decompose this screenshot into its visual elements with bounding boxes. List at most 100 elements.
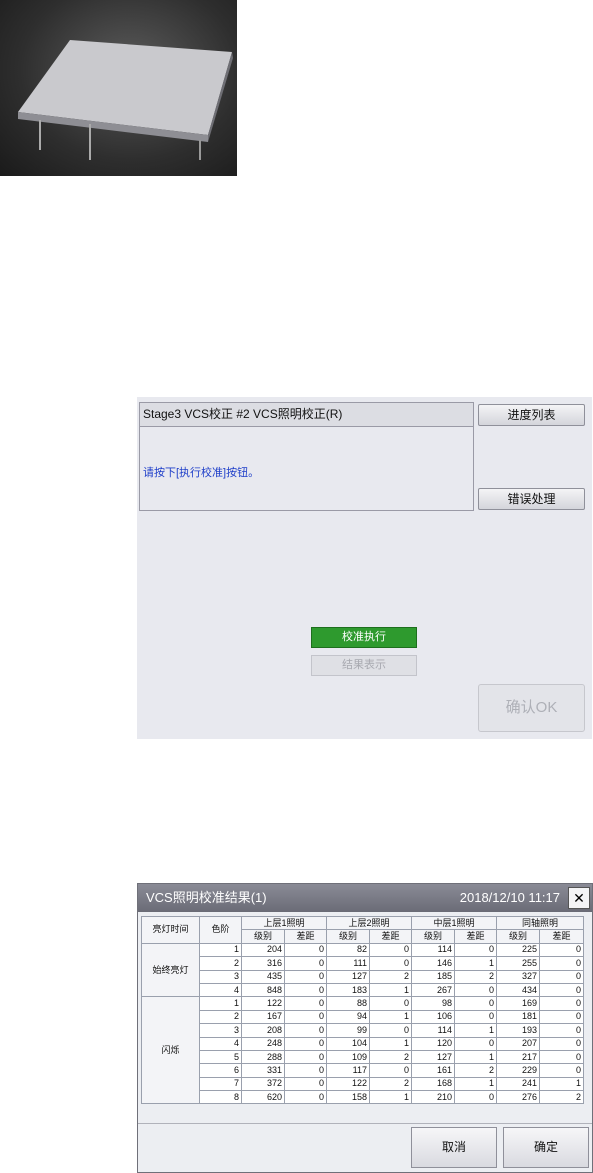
step-cell: 2 [199, 956, 242, 971]
table-row: 2 167 0 94 1 106 0 181 0 [142, 1009, 585, 1025]
level-cell: 167 [241, 1009, 285, 1025]
step-cell: 6 [199, 1063, 242, 1078]
level-cell: 82 [326, 942, 371, 958]
diff-cell: 2 [369, 969, 413, 984]
level-cell: 94 [326, 1009, 371, 1025]
diff-cell: 0 [283, 982, 328, 998]
level-cell: 88 [326, 996, 371, 1011]
level-cell: 98 [411, 996, 456, 1011]
progress-list-button[interactable]: 进度列表 [478, 404, 585, 426]
table-row: 3 435 0 127 2 185 2 327 0 [142, 969, 585, 984]
level-cell: 241 [496, 1076, 541, 1092]
table-row: 5 288 0 109 2 127 1 217 0 [142, 1049, 585, 1065]
level-cell: 331 [241, 1063, 285, 1078]
dialog-titlebar: VCS照明校准结果(1) 2018/12/10 11:17 ✕ [138, 884, 592, 912]
diff-cell: 2 [369, 1076, 413, 1092]
diff-cell: 0 [369, 996, 413, 1011]
level-cell: 848 [241, 982, 285, 998]
level-cell: 122 [326, 1076, 371, 1092]
diff-cell: 0 [539, 1009, 585, 1025]
message-box: 请按下[执行校准]按钮。 [139, 427, 474, 511]
level-cell: 434 [496, 982, 541, 998]
header-diff: 差距 [539, 929, 585, 944]
level-cell: 210 [411, 1090, 456, 1105]
step-cell: 5 [199, 1049, 242, 1065]
diff-cell: 0 [369, 1063, 413, 1078]
level-cell: 225 [496, 942, 541, 958]
diff-cell: 0 [283, 942, 328, 958]
level-cell: 276 [496, 1090, 541, 1105]
diff-cell: 2 [539, 1090, 585, 1105]
diff-cell: 0 [454, 982, 498, 998]
level-cell: 106 [411, 1009, 456, 1025]
header-group: 上层1照明 [240, 915, 328, 931]
level-cell: 168 [411, 1076, 456, 1092]
cancel-button[interactable]: 取消 [411, 1127, 497, 1168]
diff-cell: 0 [454, 1036, 498, 1051]
diff-cell: 0 [283, 996, 328, 1011]
level-cell: 183 [326, 982, 371, 998]
header-level: 级别 [496, 929, 541, 944]
diff-cell: 0 [539, 1049, 585, 1065]
diff-cell: 0 [369, 956, 413, 971]
level-cell: 185 [411, 969, 456, 984]
diff-cell: 0 [539, 1063, 585, 1078]
diff-cell: 1 [369, 1090, 413, 1105]
level-cell: 248 [241, 1036, 285, 1051]
step-title: Stage3 VCS校正 #2 VCS照明校正(R) [139, 402, 474, 427]
row-group-label: 始终亮灯 [141, 942, 200, 998]
level-cell: 111 [326, 956, 371, 971]
diff-cell: 2 [369, 1049, 413, 1065]
level-cell: 104 [326, 1036, 371, 1051]
level-cell: 288 [241, 1049, 285, 1065]
level-cell: 229 [496, 1063, 541, 1078]
diff-cell: 0 [539, 1023, 585, 1038]
level-cell: 217 [496, 1049, 541, 1065]
diff-cell: 1 [369, 982, 413, 998]
confirm-ok-button[interactable]: 确认OK [478, 684, 585, 732]
diff-cell: 1 [369, 1009, 413, 1025]
step-cell: 7 [199, 1076, 242, 1092]
header-level: 级别 [326, 929, 371, 944]
table-row: 6 331 0 117 0 161 2 229 0 [142, 1063, 585, 1078]
diff-cell: 0 [283, 1036, 328, 1051]
diff-cell: 0 [454, 996, 498, 1011]
confirm-button[interactable]: 确定 [503, 1127, 589, 1168]
diff-cell: 2 [454, 969, 498, 984]
diff-cell: 0 [283, 956, 328, 971]
diff-cell: 0 [539, 942, 585, 958]
table-row: 2 316 0 111 0 146 1 255 0 [142, 956, 585, 971]
diff-cell: 1 [454, 956, 498, 971]
show-result-button[interactable]: 结果表示 [311, 655, 417, 676]
error-handling-button[interactable]: 错误处理 [478, 488, 585, 510]
dialog-title: VCS照明校准结果(1) [146, 890, 267, 905]
diff-cell: 0 [283, 1090, 328, 1105]
diff-cell: 0 [283, 1063, 328, 1078]
calibration-result-dialog: VCS照明校准结果(1) 2018/12/10 11:17 ✕ 亮灯时间 色阶 … [137, 883, 593, 1173]
level-cell: 114 [411, 942, 456, 958]
close-icon[interactable]: ✕ [568, 887, 590, 909]
row-group-label: 闪烁 [141, 996, 200, 1105]
diff-cell: 0 [454, 942, 498, 958]
execute-calibration-button[interactable]: 校准执行 [311, 627, 417, 648]
table-row: 3 208 0 99 0 114 1 193 0 [142, 1023, 585, 1038]
header-group: 上层2照明 [326, 915, 413, 931]
level-cell: 327 [496, 969, 541, 984]
header-diff: 差距 [454, 929, 498, 944]
diff-cell: 0 [454, 1090, 498, 1105]
table-row: 闪烁 1 122 0 88 0 98 0 169 0 [141, 996, 585, 1105]
level-cell: 120 [411, 1036, 456, 1051]
level-cell: 207 [496, 1036, 541, 1051]
header-level: 级别 [241, 929, 285, 944]
header-group: 中层1照明 [411, 915, 498, 931]
table-row: 4 848 0 183 1 267 0 434 0 [142, 982, 585, 998]
header-group: 同轴照明 [496, 915, 585, 931]
step-cell: 8 [199, 1090, 242, 1105]
step-cell: 2 [199, 1009, 242, 1025]
level-cell: 114 [411, 1023, 456, 1038]
level-cell: 372 [241, 1076, 285, 1092]
level-cell: 181 [496, 1009, 541, 1025]
step-cell: 4 [199, 982, 242, 998]
level-cell: 161 [411, 1063, 456, 1078]
level-cell: 146 [411, 956, 456, 971]
